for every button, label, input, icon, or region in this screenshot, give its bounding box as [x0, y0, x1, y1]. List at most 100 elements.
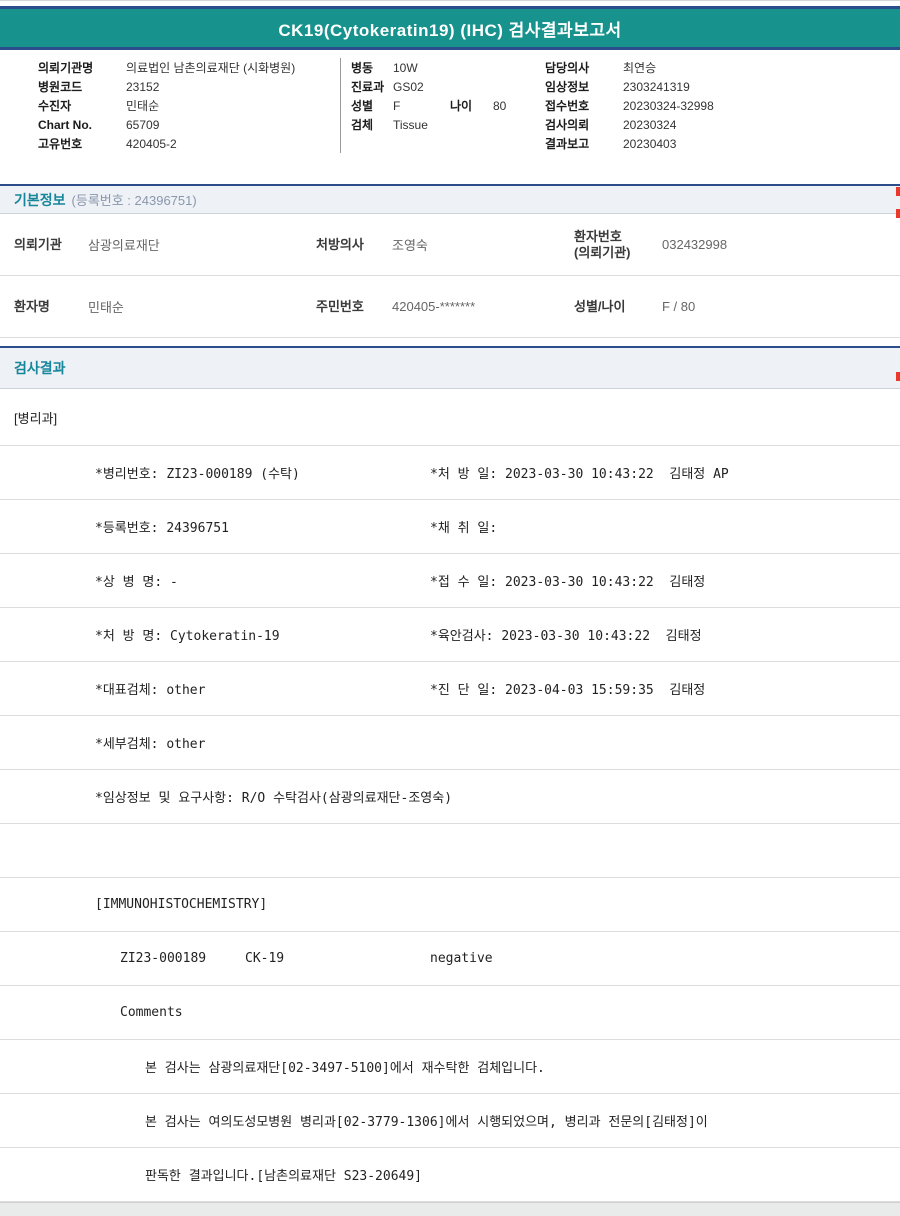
detail-left: *임상정보 및 요구사항: R/O 수탁검사(삼광의료재단-조영숙)	[95, 787, 430, 806]
field-label: 의뢰기관	[14, 237, 88, 253]
field-value: F	[393, 99, 450, 113]
field-value: F / 80	[662, 299, 900, 314]
detail-row: *세부검체: other	[0, 716, 900, 770]
report-title-banner: CK19(Cytokeratin19) (IHC) 검사결과보고서	[0, 6, 900, 50]
field-value: 20230403	[623, 137, 676, 151]
basic-info-row: 환자명 민태순 주민번호 420405-******* 성별/나이 F / 80	[0, 276, 900, 338]
comment-text: 본 검사는 삼광의료재단[02-3497-5100]에서 재수탁한 검체입니다.	[145, 1057, 545, 1076]
field-value: 의료법인 남촌의료재단 (시화병원)	[126, 59, 295, 76]
detail-right: *접 수 일: 2023-03-30 10:43:22 김태정	[430, 571, 900, 590]
field-label: 처방의사	[316, 237, 392, 253]
detail-row: *임상정보 및 요구사항: R/O 수탁검사(삼광의료재단-조영숙)	[0, 770, 900, 824]
header-row: 고유번호 420405-2	[38, 134, 340, 153]
footer-strip	[0, 1202, 900, 1216]
detail-left: *처 방 명: Cytokeratin-19	[95, 625, 430, 644]
section-title: 기본정보	[14, 190, 66, 210]
detail-right: *육안검사: 2023-03-30 10:43:22 김태정	[430, 625, 900, 644]
department-row: [병리과]	[0, 389, 900, 446]
detail-row: *상 병 명: - *접 수 일: 2023-03-30 10:43:22 김태…	[0, 554, 900, 608]
field-label: 병동	[351, 59, 393, 76]
field-label: 의뢰기관명	[38, 59, 126, 76]
detail-row: *대표검체: other *진 단 일: 2023-04-03 15:59:35…	[0, 662, 900, 716]
field-label: 환자번호 (의뢰기관)	[574, 229, 662, 261]
field-label: 검사의뢰	[545, 116, 623, 133]
field-label: 병원코드	[38, 78, 126, 95]
field-label: Chart No.	[38, 118, 126, 132]
field-value: 조영숙	[392, 235, 574, 254]
header-row: 결과보고 20230403	[545, 134, 900, 153]
field-label: 환자명	[14, 299, 88, 315]
basic-info-section-header: 기본정보 (등록번호 : 24396751)	[0, 184, 900, 214]
section-title: 검사결과	[14, 358, 66, 378]
field-value: 20230324-32998	[623, 99, 714, 113]
header-row: 검사의뢰 20230324	[545, 115, 900, 134]
detail-left: *대표검체: other	[95, 679, 430, 698]
comment-text: 판독한 결과입니다.[남촌의료재단 S23-20649]	[145, 1165, 422, 1184]
field-value: 23152	[126, 80, 159, 94]
header-row: 의뢰기관명 의료법인 남촌의료재단 (시화병원)	[38, 58, 340, 77]
field-label-line: (의뢰기관)	[574, 245, 631, 260]
field-label: 고유번호	[38, 135, 126, 152]
field-value: 민태순	[88, 297, 316, 316]
comments-label: Comments	[120, 1005, 183, 1020]
section-subtitle: (등록번호 : 24396751)	[72, 190, 197, 209]
detail-left: *상 병 명: -	[95, 571, 430, 590]
detail-left: *세부검체: other	[95, 733, 430, 752]
detail-row-empty	[0, 824, 900, 878]
basic-info-row: 의뢰기관 삼광의료재단 처방의사 조영숙 환자번호 (의뢰기관) 0324329…	[0, 214, 900, 276]
header-row: 병동 10W	[351, 58, 545, 77]
field-label: 임상정보	[545, 78, 623, 95]
field-value: 삼광의료재단	[88, 235, 316, 254]
comment-text: 본 검사는 여의도성모병원 병리과[02-3779-1306]에서 시행되었으며…	[145, 1111, 708, 1130]
header-row: 병원코드 23152	[38, 77, 340, 96]
field-value: 420405-2	[126, 137, 177, 151]
detail-row: *처 방 명: Cytokeratin-19 *육안검사: 2023-03-30…	[0, 608, 900, 662]
detail-right: *진 단 일: 2023-04-03 15:59:35 김태정	[430, 679, 900, 698]
ihc-header-label: [IMMUNOHISTOCHEMISTRY]	[95, 897, 267, 912]
field-label: 결과보고	[545, 135, 623, 152]
ihc-header-row: [IMMUNOHISTOCHEMISTRY]	[0, 878, 900, 932]
field-value: 2303241319	[623, 80, 690, 94]
header-row: 접수번호 20230324-32998	[545, 96, 900, 115]
detail-row: *병리번호: ZI23-000189 (수탁) *처 방 일: 2023-03-…	[0, 446, 900, 500]
header-right-column: 담당의사 최연승 임상정보 2303241319 접수번호 20230324-3…	[545, 58, 900, 153]
field-label: 나이	[450, 97, 493, 114]
specimen-number: ZI23-000189	[120, 951, 245, 966]
results-section-header: 검사결과	[0, 346, 900, 389]
edge-red-mark	[896, 187, 900, 196]
field-label: 담당의사	[545, 59, 623, 76]
detail-right: *채 취 일:	[430, 517, 900, 536]
test-name: CK-19	[245, 951, 430, 966]
field-value: 420405-*******	[392, 299, 574, 314]
field-value: GS02	[393, 80, 424, 94]
field-value: 80	[493, 99, 506, 113]
field-value: 65709	[126, 118, 159, 132]
report-page: CK19(Cytokeratin19) (IHC) 검사결과보고서 의뢰기관명 …	[0, 0, 900, 1216]
edge-red-mark	[896, 372, 900, 381]
field-label: 성별/나이	[574, 299, 662, 315]
field-label: 검체	[351, 116, 393, 133]
field-value: 10W	[393, 61, 418, 75]
detail-left: *등록번호: 24396751	[95, 517, 430, 536]
header-row: 담당의사 최연승	[545, 58, 900, 77]
field-label: 수진자	[38, 97, 126, 114]
header-info: 의뢰기관명 의료법인 남촌의료재단 (시화병원) 병원코드 23152 수진자 …	[0, 50, 900, 163]
comment-row: 본 검사는 삼광의료재단[02-3497-5100]에서 재수탁한 검체입니다.	[0, 1040, 900, 1094]
department-label: [병리과]	[14, 408, 57, 427]
header-row: 검체 Tissue	[351, 115, 545, 134]
field-label: 성별	[351, 97, 393, 114]
header-middle-column: 병동 10W 진료과 GS02 성별 F 나이 80 검체 Tissue	[340, 58, 545, 153]
test-result: negative	[430, 951, 900, 966]
field-label-line: 환자번호	[574, 229, 622, 244]
field-value: 20230324	[623, 118, 676, 132]
header-left-column: 의뢰기관명 의료법인 남촌의료재단 (시화병원) 병원코드 23152 수진자 …	[38, 58, 340, 153]
field-label: 진료과	[351, 78, 393, 95]
edge-red-mark	[896, 209, 900, 218]
header-row: 진료과 GS02	[351, 77, 545, 96]
comment-row: 본 검사는 여의도성모병원 병리과[02-3779-1306]에서 시행되었으며…	[0, 1094, 900, 1148]
header-row: 임상정보 2303241319	[545, 77, 900, 96]
detail-left: *병리번호: ZI23-000189 (수탁)	[95, 463, 430, 482]
ihc-result-row: ZI23-000189 CK-19 negative	[0, 932, 900, 986]
header-row: 성별 F 나이 80	[351, 96, 545, 115]
field-label: 접수번호	[545, 97, 623, 114]
